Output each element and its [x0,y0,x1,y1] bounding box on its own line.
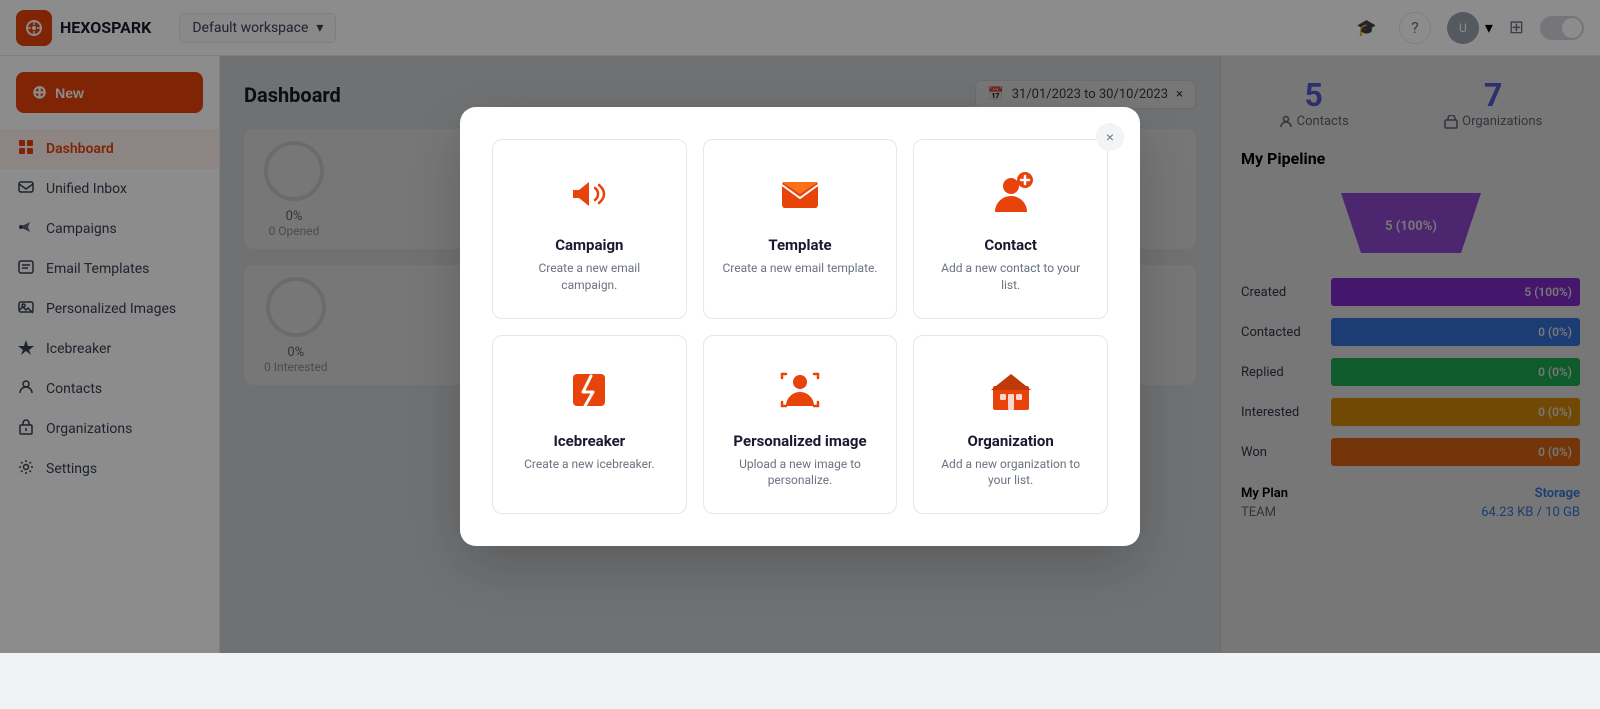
modal-dialog: × Campaign Create a new email campaign. [460,107,1140,546]
modal-organization-title: Organization [968,432,1054,450]
close-icon: × [1106,129,1114,145]
modal-item-contact[interactable]: Contact Add a new contact to your list. [913,139,1108,319]
modal-item-personalized-image[interactable]: Personalized image Upload a new image to… [703,335,898,515]
modal-item-icebreaker[interactable]: Icebreaker Create a new icebreaker. [492,335,687,515]
modal-items-grid: Campaign Create a new email campaign. Te… [492,139,1108,514]
template-icon [770,164,830,224]
campaign-icon [559,164,619,224]
icebreaker-modal-icon [559,360,619,420]
modal-item-template[interactable]: Template Create a new email template. [703,139,898,319]
modal-organization-desc: Add a new organization to your list. [930,456,1091,490]
modal-icebreaker-title: Icebreaker [553,432,625,450]
modal-contact-desc: Add a new contact to your list. [930,260,1091,294]
contact-icon [981,164,1041,224]
personalized-image-icon [770,360,830,420]
modal-template-title: Template [768,236,831,254]
modal-personalized-image-title: Personalized image [733,432,866,450]
modal-overlay[interactable]: × Campaign Create a new email campaign. [0,0,1600,653]
modal-campaign-desc: Create a new email campaign. [509,260,670,294]
modal-campaign-title: Campaign [555,236,623,254]
modal-contact-title: Contact [984,236,1037,254]
modal-close-button[interactable]: × [1096,123,1124,151]
modal-item-organization[interactable]: Organization Add a new organization to y… [913,335,1108,515]
modal-icebreaker-desc: Create a new icebreaker. [524,456,654,473]
modal-personalized-image-desc: Upload a new image to personalize. [720,456,881,490]
modal-item-campaign[interactable]: Campaign Create a new email campaign. [492,139,687,319]
modal-template-desc: Create a new email template. [722,260,877,277]
organization-icon [981,360,1041,420]
